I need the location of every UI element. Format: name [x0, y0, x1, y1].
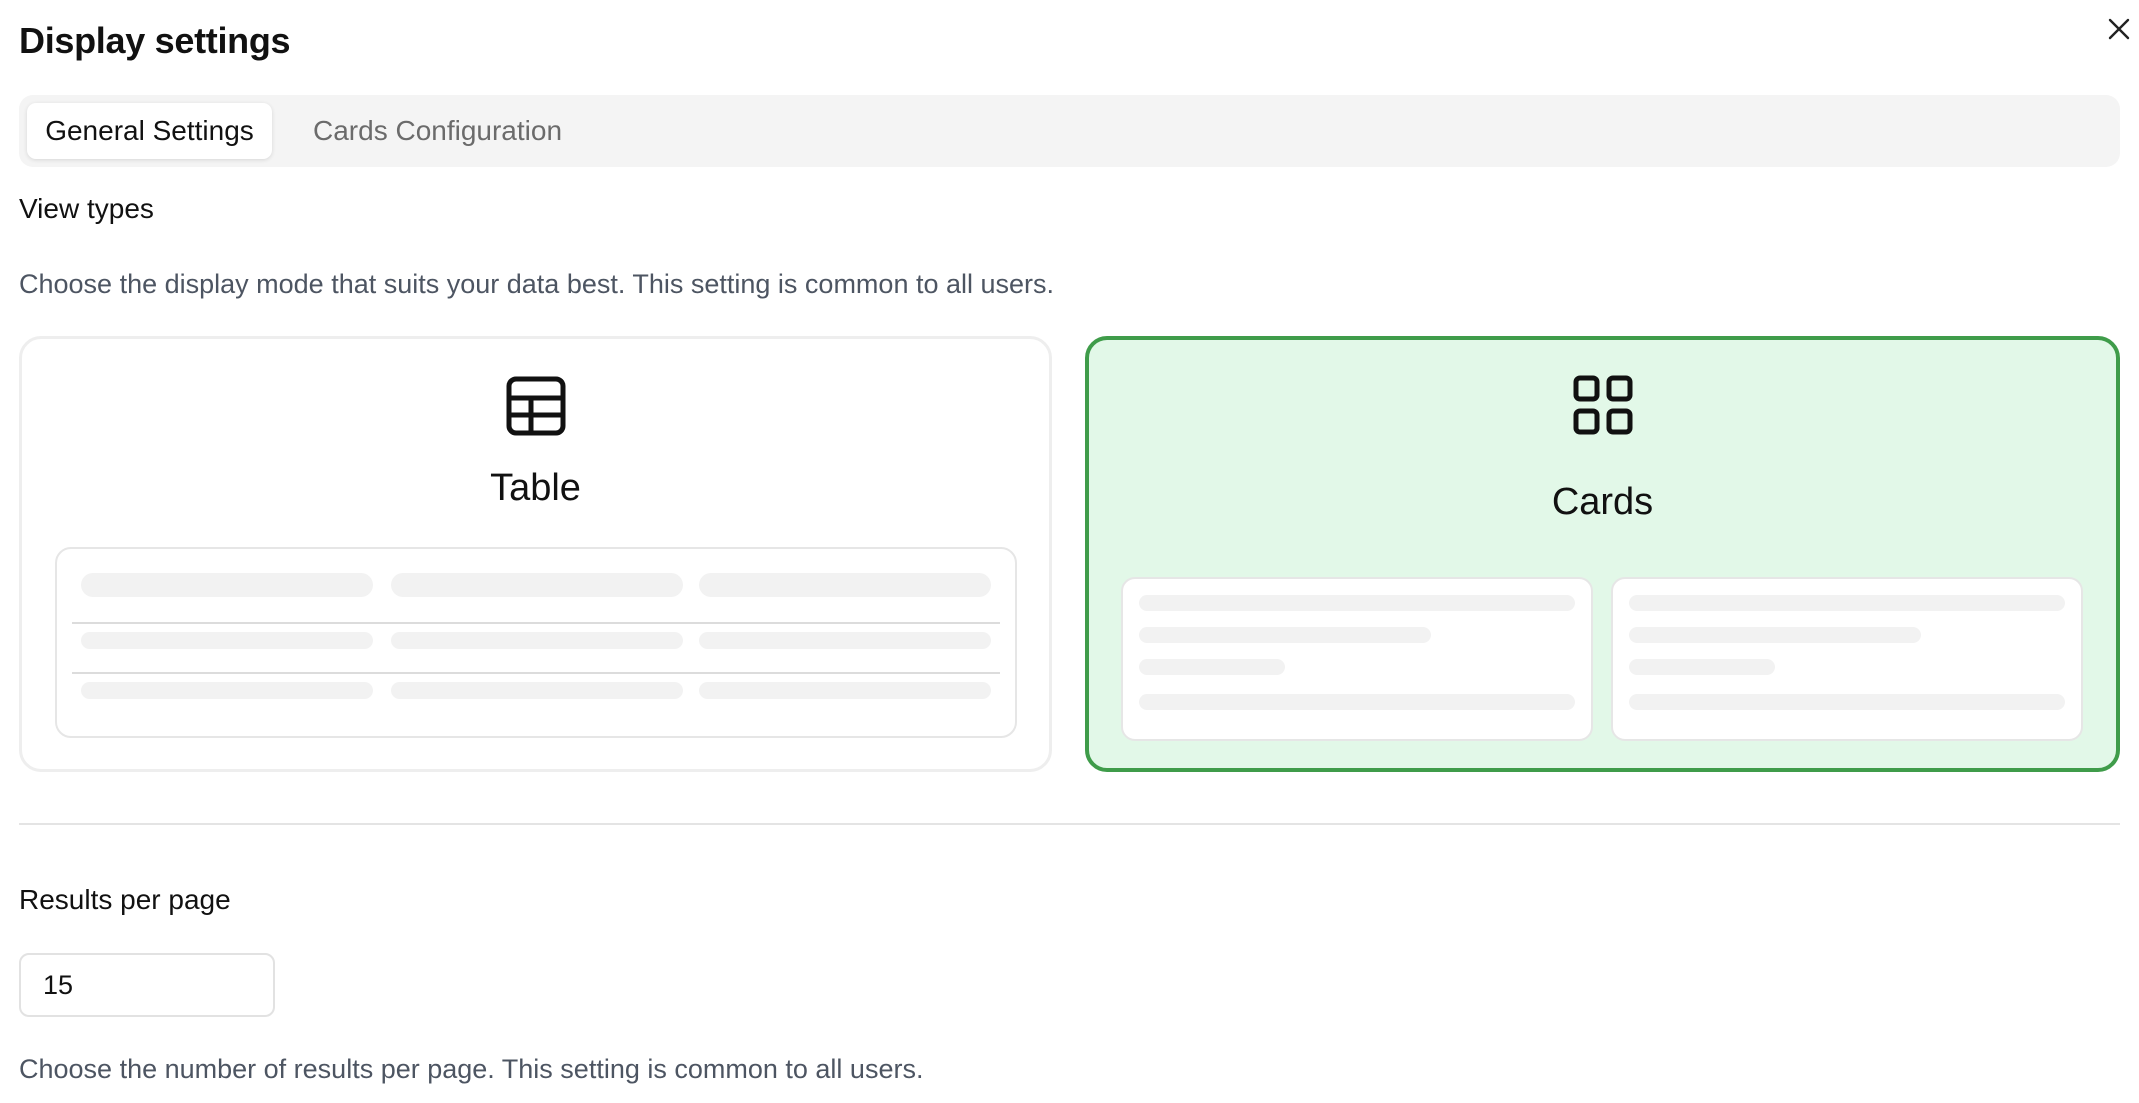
- results-per-page-heading: Results per page: [19, 884, 231, 915]
- tab-cards-configuration[interactable]: Cards Configuration: [293, 103, 582, 159]
- view-types-description: Choose the display mode that suits your …: [19, 269, 1055, 299]
- view-option-table[interactable]: Table: [19, 336, 1052, 772]
- results-per-page-description: Choose the number of results per page. T…: [19, 1054, 924, 1084]
- grid-icon: [1572, 374, 1634, 436]
- close-button[interactable]: [2104, 14, 2134, 44]
- view-option-cards[interactable]: Cards: [1085, 336, 2120, 772]
- cards-preview-card-1: [1121, 577, 1593, 741]
- tab-general-settings[interactable]: General Settings: [27, 103, 272, 159]
- dialog-title: Display settings: [19, 20, 291, 61]
- cards-preview-card-2: [1611, 577, 2083, 741]
- section-divider: [19, 823, 2120, 825]
- table-icon: [505, 375, 567, 437]
- table-preview-illustration: [55, 547, 1017, 738]
- results-per-page-input[interactable]: [19, 953, 275, 1017]
- view-types-heading: View types: [19, 193, 154, 224]
- display-settings-dialog: Display settings General Settings Cards …: [0, 0, 2139, 1103]
- view-option-cards-label: Cards: [1551, 481, 1654, 523]
- view-option-table-label: Table: [490, 467, 581, 509]
- settings-tabs: General Settings Cards Configuration: [19, 95, 2120, 167]
- close-icon: [2108, 18, 2130, 40]
